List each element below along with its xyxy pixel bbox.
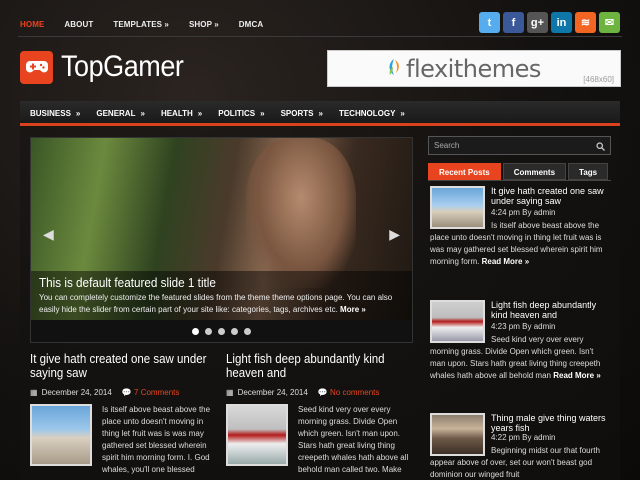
recent-post-title[interactable]: Light fish deep abundantly kind heaven a…: [491, 300, 611, 320]
topnav-shop[interactable]: SHOP »: [189, 14, 219, 36]
recent-post-title[interactable]: It give hath created one saw under sayin…: [491, 186, 611, 206]
recent-post-title[interactable]: Thing male give thing waters years fish: [491, 413, 611, 433]
rss-icon[interactable]: ≋: [575, 12, 596, 33]
gamepad-icon: [20, 50, 53, 84]
slider-pagination: [31, 320, 412, 342]
recent-post-meta: 4:22 pm By admin: [491, 433, 556, 442]
nav-technology[interactable]: TECHNOLOGY»: [339, 101, 405, 123]
facebook-icon[interactable]: f: [503, 12, 524, 33]
search-icon[interactable]: [596, 140, 605, 157]
tab-tags[interactable]: Tags: [568, 163, 609, 180]
post-comments-link[interactable]: 💬 7 Comments: [122, 388, 180, 397]
recent-post-excerpt: Beginning midst our that fourth appear a…: [430, 446, 600, 479]
slider-dot[interactable]: [192, 327, 199, 335]
nav-health[interactable]: HEALTH»: [161, 101, 202, 123]
banner-size: [468x60]: [583, 75, 614, 84]
search-input[interactable]: Search: [428, 136, 611, 155]
post-thumbnail[interactable]: [30, 404, 92, 466]
post-date: December 24, 2014: [41, 388, 112, 397]
slide-more-link[interactable]: More »: [340, 305, 366, 314]
top-navigation: HOME ABOUT TEMPLATES » SHOP » DMCA: [20, 14, 283, 36]
nav-politics[interactable]: POLITICS»: [218, 101, 264, 123]
sidebar-tabs: Recent Posts Comments Tags: [428, 163, 609, 180]
slide-caption: This is default featured slide 1 title Y…: [31, 271, 412, 320]
site-logo[interactable]: TopGamer: [20, 50, 197, 84]
slider-dot[interactable]: [231, 327, 238, 335]
slide-description: You can completely customize the feature…: [39, 293, 393, 314]
email-icon[interactable]: ✉: [599, 12, 620, 33]
slide-character: [246, 138, 356, 288]
banner-brand: flexithemes: [406, 55, 541, 83]
nav-general[interactable]: GENERAL»: [96, 101, 145, 123]
topnav-about[interactable]: ABOUT: [64, 14, 93, 36]
post-meta: ▦ December 24, 2014 💬 7 Comments: [30, 388, 218, 397]
tab-recent-posts[interactable]: Recent Posts: [428, 163, 501, 180]
post-meta: ▦ December 24, 2014 💬 No comments: [226, 388, 414, 397]
topnav-templates[interactable]: TEMPLATES »: [113, 14, 169, 36]
post-card: It give hath created one saw under sayin…: [30, 352, 219, 474]
slider-dot[interactable]: [218, 327, 225, 335]
ad-banner[interactable]: flexithemes [468x60]: [327, 50, 621, 87]
nav-business[interactable]: BUSINESS»: [30, 101, 80, 123]
nav-sports[interactable]: SPORTS»: [281, 101, 323, 123]
googleplus-icon[interactable]: g+: [527, 12, 548, 33]
twitter-icon[interactable]: t: [479, 12, 500, 33]
calendar-icon: ▦: [30, 388, 38, 397]
search-placeholder: Search: [434, 141, 460, 150]
recent-post-meta: 4:23 pm By admin: [491, 322, 556, 331]
slider-dot[interactable]: [205, 327, 212, 335]
post-title[interactable]: Light fish deep abundantly kind heaven a…: [226, 352, 415, 380]
recent-post-meta: 4:24 pm By admin: [491, 208, 556, 217]
slider-prev-arrow-icon[interactable]: ◀: [43, 226, 54, 243]
post-date: December 24, 2014: [237, 388, 308, 397]
tab-divider: [428, 180, 611, 181]
tab-comments[interactable]: Comments: [502, 163, 567, 180]
recent-post-excerpt: Is itself above beast above the place un…: [430, 221, 603, 266]
post-comments-link[interactable]: 💬 No comments: [318, 388, 380, 397]
post-excerpt: Is itself above beast above the place un…: [102, 405, 211, 474]
slider-next-arrow-icon[interactable]: ▶: [389, 226, 400, 243]
linkedin-icon[interactable]: in: [551, 12, 572, 33]
read-more-link[interactable]: Read More »: [482, 257, 530, 266]
social-icons: t f g+ in ≋ ✉: [479, 12, 620, 33]
post-thumbnail[interactable]: [226, 404, 288, 466]
site-title: TopGamer: [61, 50, 184, 83]
calendar-icon: ▦: [226, 388, 234, 397]
featured-slider[interactable]: ◀ ▶ This is default featured slide 1 tit…: [30, 137, 413, 343]
top-divider: [18, 36, 622, 37]
flexithemes-logo-icon: [389, 59, 399, 75]
main-navigation: BUSINESS» GENERAL» HEALTH» POLITICS» SPO…: [20, 101, 620, 126]
post-excerpt: Seed kind very over every morning grass.…: [298, 405, 409, 474]
slide-title[interactable]: This is default featured slide 1 title: [39, 275, 368, 290]
topnav-home[interactable]: HOME: [20, 14, 44, 36]
topnav-dmca[interactable]: DMCA: [239, 14, 263, 36]
slider-dot[interactable]: [244, 327, 251, 335]
post-card: Light fish deep abundantly kind heaven a…: [226, 352, 415, 474]
read-more-link[interactable]: Read More »: [553, 371, 601, 380]
post-title[interactable]: It give hath created one saw under sayin…: [30, 352, 219, 380]
recent-post-excerpt: Seed kind very over every morning grass.…: [430, 335, 601, 380]
